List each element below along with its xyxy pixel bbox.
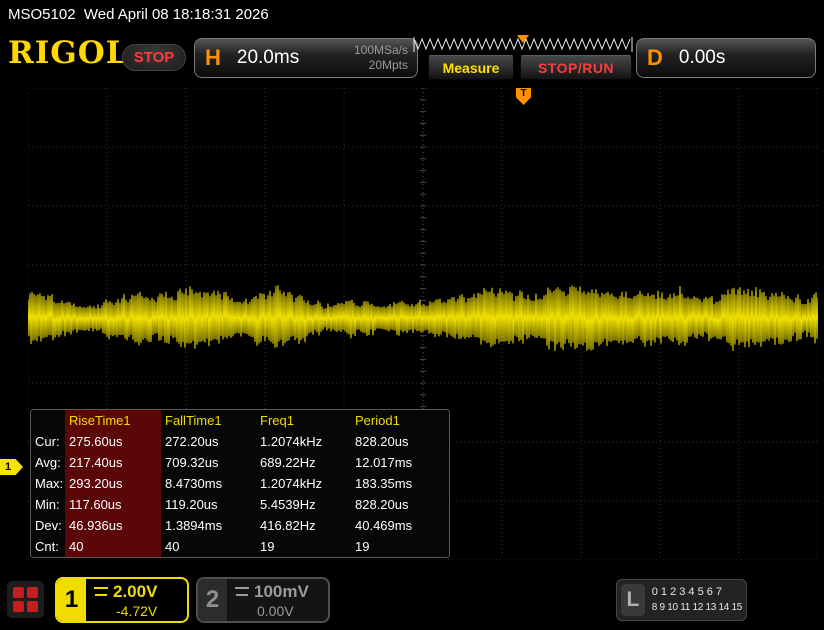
measurement-panel: RiseTime1FallTime1Freq1Period1 Cur:275.60…: [30, 409, 450, 558]
digital-label: L: [621, 584, 645, 616]
measurement-value: 217.40us: [65, 452, 161, 473]
delay-value: 0.00s: [679, 47, 725, 69]
measurement-value: 19: [256, 536, 351, 557]
measurement-header-FallTime1[interactable]: FallTime1: [161, 410, 256, 431]
measurement-value: 40: [65, 536, 161, 557]
run-state-indicator[interactable]: STOP: [122, 44, 186, 71]
measurement-header-Freq1[interactable]: Freq1: [256, 410, 351, 431]
measurement-row-label: Max:: [31, 473, 65, 494]
channel1-scale: 2.00V: [113, 582, 157, 602]
channel2-number: 2: [198, 579, 227, 621]
measurement-value: 709.32us: [161, 452, 256, 473]
acquisition-info: 100MSa/s 20Mpts: [354, 43, 408, 73]
measurement-value: 1.2074kHz: [256, 431, 351, 452]
h-label: H: [205, 45, 221, 71]
channel1-number: 1: [57, 579, 86, 621]
status-bar: MSO5102 Wed April 08 18:18:31 2026: [0, 0, 824, 30]
digital-row1: 0 1 2 3 4 5 6 7: [652, 585, 742, 600]
digital-channels-badge[interactable]: L 0 1 2 3 4 5 6 7 8 9 10 11 12 13 14 15: [616, 579, 747, 621]
digital-channel-numbers: 0 1 2 3 4 5 6 7 8 9 10 11 12 13 14 15: [652, 585, 742, 615]
measurement-value: 275.60us: [65, 431, 161, 452]
channel2-offset: 0.00V: [235, 603, 322, 619]
timeline-strip[interactable]: [413, 35, 633, 54]
measurement-value: 272.20us: [161, 431, 256, 452]
measurement-value: 117.60us: [65, 494, 161, 515]
measurement-value: 40: [161, 536, 256, 557]
memory-depth: 20Mpts: [369, 58, 408, 72]
digital-row2: 8 9 10 11 12 13 14 15: [652, 600, 742, 615]
status-title: MSO5102 Wed April 08 18:18:31 2026: [8, 6, 269, 23]
measurement-row-label: Dev:: [31, 515, 65, 536]
channel1-offset: -4.72V: [94, 603, 181, 619]
measurement-corner: [31, 410, 65, 431]
measurement-value: 1.3894ms: [161, 515, 256, 536]
channel1-badge[interactable]: 1 2.00V -4.72V: [55, 577, 189, 623]
measurement-value: 828.20us: [351, 494, 445, 515]
header: RIGOL STOP H 20.0ms 100MSa/s 20Mpts Meas…: [0, 30, 824, 84]
sample-rate: 100MSa/s: [354, 43, 408, 57]
measurement-row-label: Cnt:: [31, 536, 65, 557]
channel2-scale: 100mV: [254, 582, 309, 602]
delay-settings[interactable]: D 0.00s: [636, 38, 816, 78]
stop-run-button[interactable]: STOP/RUN: [520, 55, 632, 80]
channel2-badge[interactable]: 2 100mV 0.00V: [196, 577, 330, 623]
d-label: D: [647, 45, 663, 71]
channel1-offset-marker[interactable]: 1: [0, 459, 23, 475]
coupling-icon: [235, 587, 249, 596]
horizontal-settings[interactable]: H 20.0ms 100MSa/s 20Mpts: [194, 38, 418, 78]
measurement-row-label: Cur:: [31, 431, 65, 452]
measurement-row-label: Min:: [31, 494, 65, 515]
measure-button[interactable]: Measure: [428, 55, 514, 80]
menu-grid-icon[interactable]: [7, 581, 44, 618]
measurement-value: 46.936us: [65, 515, 161, 536]
measurement-value: 119.20us: [161, 494, 256, 515]
timebase-value: 20.0ms: [237, 47, 299, 69]
measurement-value: 1.2074kHz: [256, 473, 351, 494]
measurement-row-label: Avg:: [31, 452, 65, 473]
measurement-value: 689.22Hz: [256, 452, 351, 473]
measurement-value: 5.4539Hz: [256, 494, 351, 515]
measurement-value: 40.469ms: [351, 515, 445, 536]
measurement-value: 416.82Hz: [256, 515, 351, 536]
rigol-logo: RIGOL: [8, 35, 129, 71]
measurement-value: 12.017ms: [351, 452, 445, 473]
bottom-bar: 1 2.00V -4.72V 2 100mV 0.00V L 0 1 2 3 4…: [0, 570, 824, 630]
measurement-value: 183.35ms: [351, 473, 445, 494]
measurement-header-Period1[interactable]: Period1: [351, 410, 445, 431]
measurement-header-RiseTime1[interactable]: RiseTime1: [65, 410, 161, 431]
measurement-value: 19: [351, 536, 445, 557]
measurement-value: 293.20us: [65, 473, 161, 494]
measurement-value: 828.20us: [351, 431, 445, 452]
measurement-value: 8.4730ms: [161, 473, 256, 494]
coupling-icon: [94, 587, 108, 596]
